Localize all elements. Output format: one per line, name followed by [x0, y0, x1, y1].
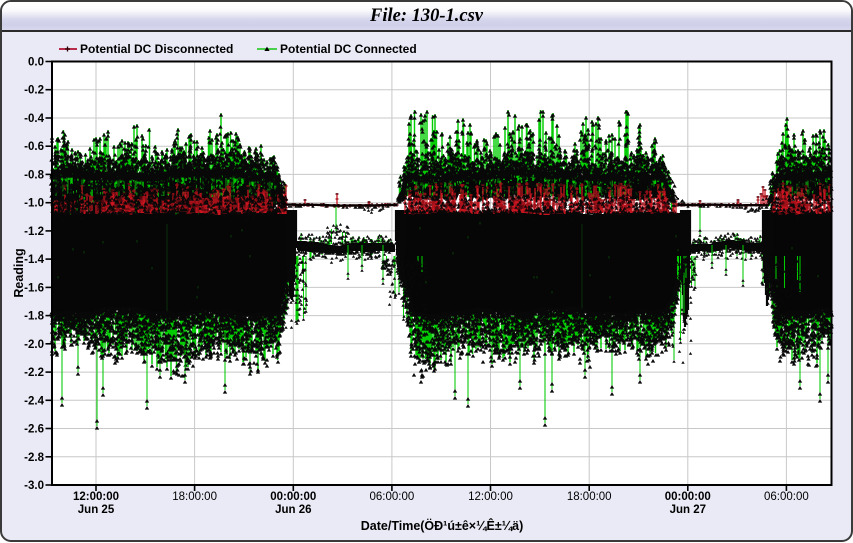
svg-text:-2.0: -2.0 — [24, 339, 44, 351]
svg-text:06:00:00: 06:00:00 — [370, 491, 415, 503]
svg-text:-3.0: -3.0 — [24, 480, 44, 492]
svg-text:Date/Time(ÖÐ¹ú±ê×¼Ê±¼ä): Date/Time(ÖÐ¹ú±ê×¼Ê±¼ä) — [361, 518, 524, 533]
svg-text:18:00:00: 18:00:00 — [172, 491, 217, 503]
svg-text:00:00:00: 00:00:00 — [270, 491, 316, 503]
svg-text:-0.4: -0.4 — [24, 113, 44, 125]
svg-text:-2.6: -2.6 — [24, 424, 44, 436]
svg-text:18:00:00: 18:00:00 — [567, 491, 612, 503]
svg-text:-0.2: -0.2 — [24, 85, 44, 97]
svg-text:06:00:00: 06:00:00 — [764, 491, 809, 503]
svg-text:-1.6: -1.6 — [24, 282, 44, 294]
svg-text:Jun 25: Jun 25 — [78, 504, 115, 516]
svg-text:Potential DC Connected: Potential DC Connected — [280, 42, 417, 56]
svg-text:-2.8: -2.8 — [24, 452, 44, 464]
svg-text:0.0: 0.0 — [28, 57, 44, 69]
svg-text:Jun 26: Jun 26 — [275, 504, 311, 516]
svg-text:-1.2: -1.2 — [24, 226, 44, 238]
svg-text:-0.8: -0.8 — [24, 169, 44, 181]
svg-text:-1.4: -1.4 — [24, 254, 44, 266]
svg-text:-2.4: -2.4 — [24, 395, 44, 407]
svg-text:Potential DC Disconnected: Potential DC Disconnected — [80, 42, 233, 56]
svg-text:-0.6: -0.6 — [24, 141, 44, 153]
svg-text:-2.2: -2.2 — [24, 367, 44, 379]
svg-text:12:00:00: 12:00:00 — [73, 491, 119, 503]
svg-text:Jun 27: Jun 27 — [670, 504, 706, 516]
svg-text:00:00:00: 00:00:00 — [665, 491, 711, 503]
svg-text:-1.0: -1.0 — [24, 198, 44, 210]
svg-text:Reading: Reading — [12, 248, 26, 297]
svg-text:-1.8: -1.8 — [24, 311, 44, 323]
svg-text:12:00:00: 12:00:00 — [468, 491, 513, 503]
